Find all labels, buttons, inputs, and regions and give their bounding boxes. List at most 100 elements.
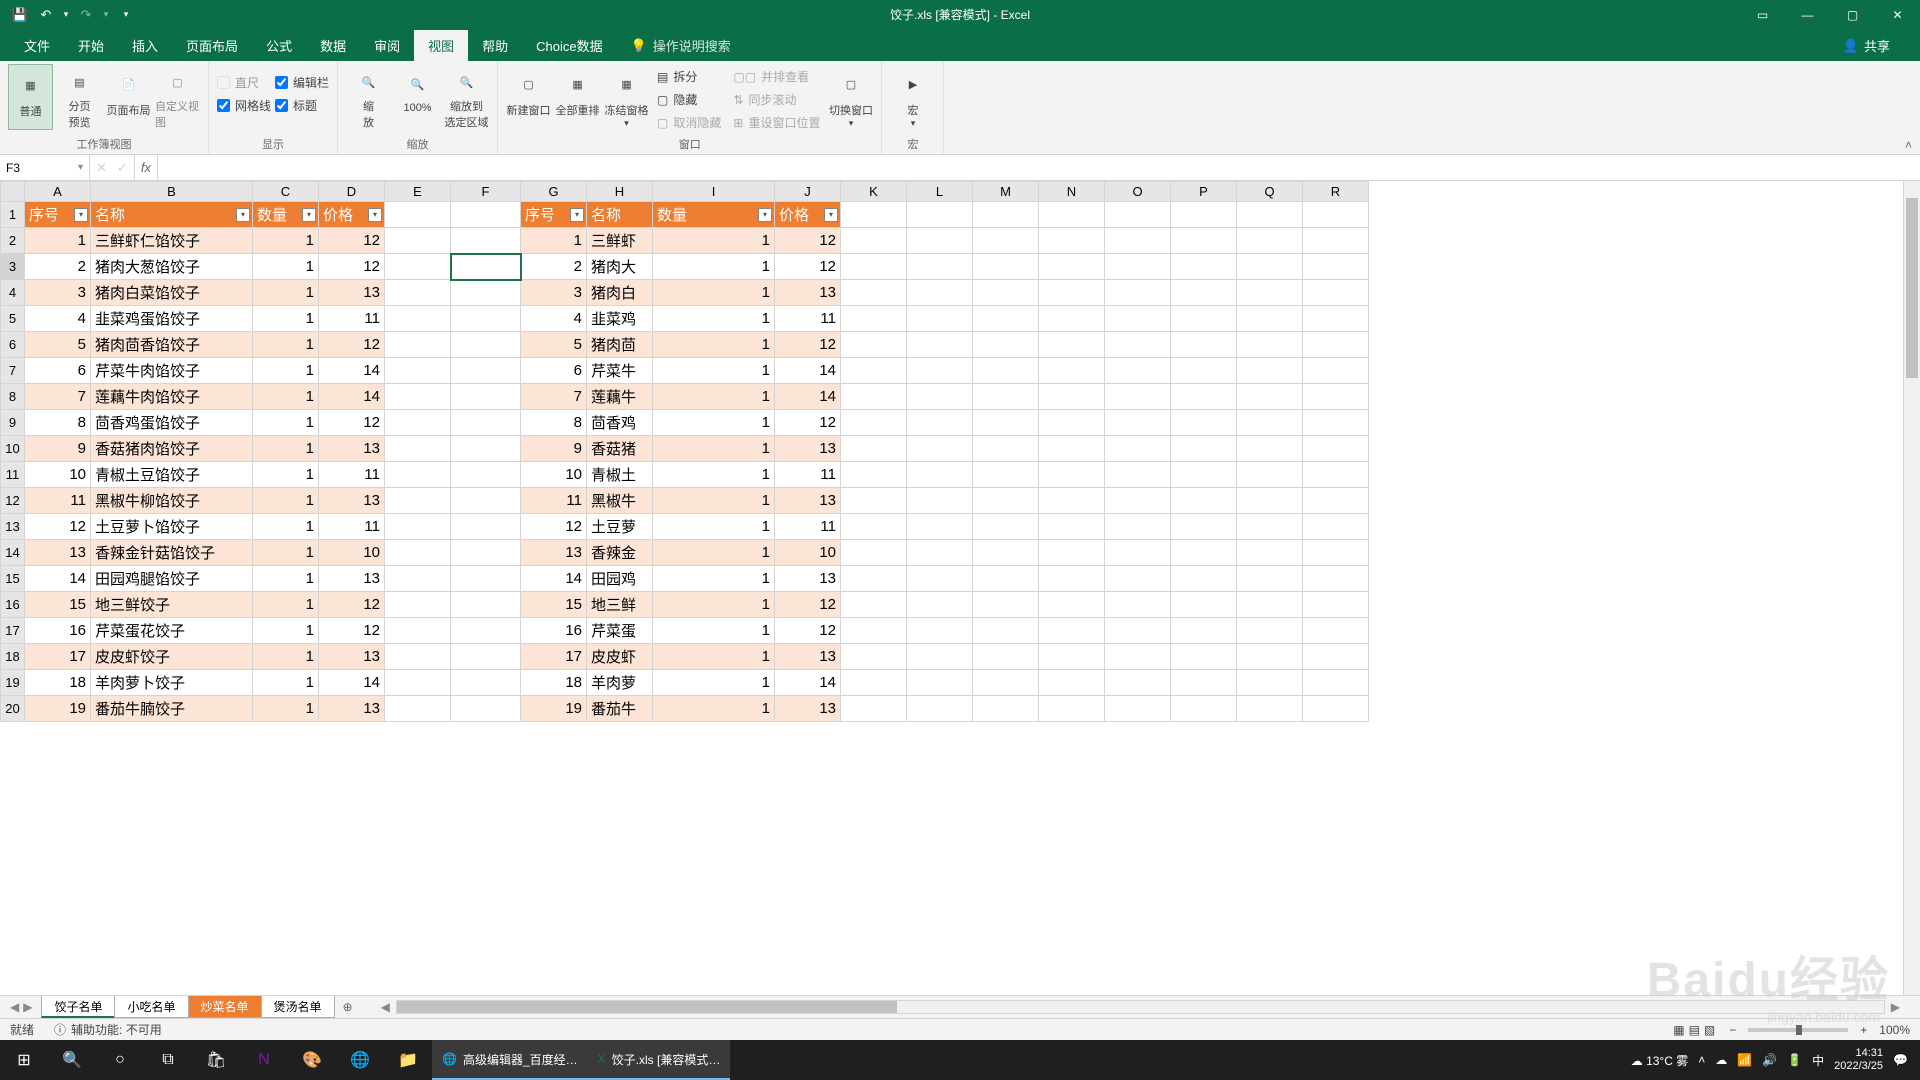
cell[interactable] [973,384,1039,410]
cell[interactable]: 19 [25,696,91,722]
cell[interactable] [451,410,521,436]
cell[interactable]: 3 [25,280,91,306]
cell[interactable]: 7 [25,384,91,410]
cell[interactable]: 1 [253,306,319,332]
spreadsheet-grid[interactable]: ABCDEFGHIJKLMNOPQR 1序号▾名称▾数量▾价格▾序号▾名称数量▾… [0,181,1920,995]
header-qty-2[interactable]: 数量▾ [653,202,775,228]
cell[interactable] [973,644,1039,670]
header-price[interactable]: 价格▾ [319,202,385,228]
cell[interactable]: 1 [653,696,775,722]
row-header-3[interactable]: 3 [1,254,25,280]
cell[interactable]: 1 [653,358,775,384]
cell[interactable]: 3 [521,280,587,306]
header-seq-2[interactable]: 序号▾ [521,202,587,228]
battery-icon[interactable]: 🔋 [1787,1053,1802,1067]
undo-button[interactable]: ↶ [34,3,58,27]
cell[interactable] [385,332,451,358]
cell[interactable]: 12 [319,410,385,436]
cell[interactable]: 13 [775,566,841,592]
page-layout-view-icon[interactable]: ▤ [1689,1023,1700,1037]
cell[interactable] [973,592,1039,618]
cell[interactable]: 12 [25,514,91,540]
row-header-16[interactable]: 16 [1,592,25,618]
cell[interactable] [1105,384,1171,410]
cell[interactable]: 香辣金针菇馅饺子 [91,540,253,566]
cell[interactable] [907,514,973,540]
cell[interactable] [841,696,907,722]
cell[interactable] [841,306,907,332]
cell[interactable]: 18 [521,670,587,696]
cell[interactable] [973,332,1039,358]
cell[interactable]: 土豆萝卜馅饺子 [91,514,253,540]
cell[interactable]: 猪肉大葱馅饺子 [91,254,253,280]
cell[interactable]: 1 [653,644,775,670]
cell[interactable] [1105,436,1171,462]
cell[interactable]: 香辣金 [587,540,653,566]
cell[interactable]: 1 [653,436,775,462]
cell[interactable] [1039,592,1105,618]
fx-label[interactable]: fx [135,155,158,180]
filter-dropdown-icon[interactable]: ▾ [236,208,250,222]
cell[interactable] [973,228,1039,254]
cell[interactable] [1303,462,1369,488]
cell[interactable]: 13 [319,696,385,722]
column-header-B[interactable]: B [91,182,253,202]
cell[interactable] [1171,540,1237,566]
cell[interactable] [841,592,907,618]
column-header-K[interactable]: K [841,182,907,202]
cell[interactable]: 13 [775,696,841,722]
onedrive-icon[interactable]: ☁ [1715,1053,1727,1067]
cell[interactable]: 1 [253,618,319,644]
row-header-10[interactable]: 10 [1,436,25,462]
cell[interactable]: 13 [775,488,841,514]
page-break-view-icon[interactable]: ▧ [1704,1023,1715,1037]
cell[interactable] [1237,436,1303,462]
cell[interactable] [841,618,907,644]
cell[interactable]: 1 [253,410,319,436]
cell[interactable] [1105,488,1171,514]
column-header-E[interactable]: E [385,182,451,202]
cell[interactable] [1303,384,1369,410]
cell[interactable]: 13 [319,436,385,462]
cell[interactable]: 12 [775,410,841,436]
cell[interactable] [907,540,973,566]
cell[interactable]: 7 [521,384,587,410]
cell[interactable]: 2 [25,254,91,280]
cell[interactable] [1171,332,1237,358]
cell[interactable] [1039,436,1105,462]
cell[interactable] [451,514,521,540]
cell[interactable]: 13 [319,566,385,592]
cell[interactable] [1237,254,1303,280]
cell[interactable]: 11 [319,514,385,540]
cell[interactable]: 1 [653,228,775,254]
normal-view-icon[interactable]: ▦ [1673,1023,1684,1037]
cell[interactable] [841,384,907,410]
cell[interactable]: 12 [775,254,841,280]
name-box-dropdown[interactable]: ▾ [78,162,83,173]
cell[interactable]: 1 [253,462,319,488]
zoom-100-button[interactable]: 🔍100% [395,64,440,130]
cell[interactable]: 10 [521,462,587,488]
cell[interactable] [385,670,451,696]
cell[interactable] [1303,228,1369,254]
cell[interactable] [1105,592,1171,618]
cell[interactable] [1171,280,1237,306]
cell[interactable]: 11 [319,306,385,332]
edge-app[interactable]: 🌐 [336,1040,384,1080]
custom-views-button[interactable]: ▢自定义视图 [155,64,200,130]
chrome-app[interactable]: 🌐高级编辑器_百度经… [432,1040,588,1080]
cell[interactable]: 13 [775,280,841,306]
header-name-2[interactable]: 名称 [587,202,653,228]
cell[interactable]: 田园鸡 [587,566,653,592]
cell[interactable] [1303,644,1369,670]
cell[interactable]: 芹菜牛 [587,358,653,384]
filter-dropdown-icon[interactable]: ▾ [368,208,382,222]
cell[interactable]: 11 [25,488,91,514]
cell[interactable]: 青椒土 [587,462,653,488]
header-name[interactable]: 名称▾ [91,202,253,228]
cell[interactable]: 11 [521,488,587,514]
row-header-12[interactable]: 12 [1,488,25,514]
cell[interactable] [385,488,451,514]
cell[interactable] [385,462,451,488]
column-header-G[interactable]: G [521,182,587,202]
